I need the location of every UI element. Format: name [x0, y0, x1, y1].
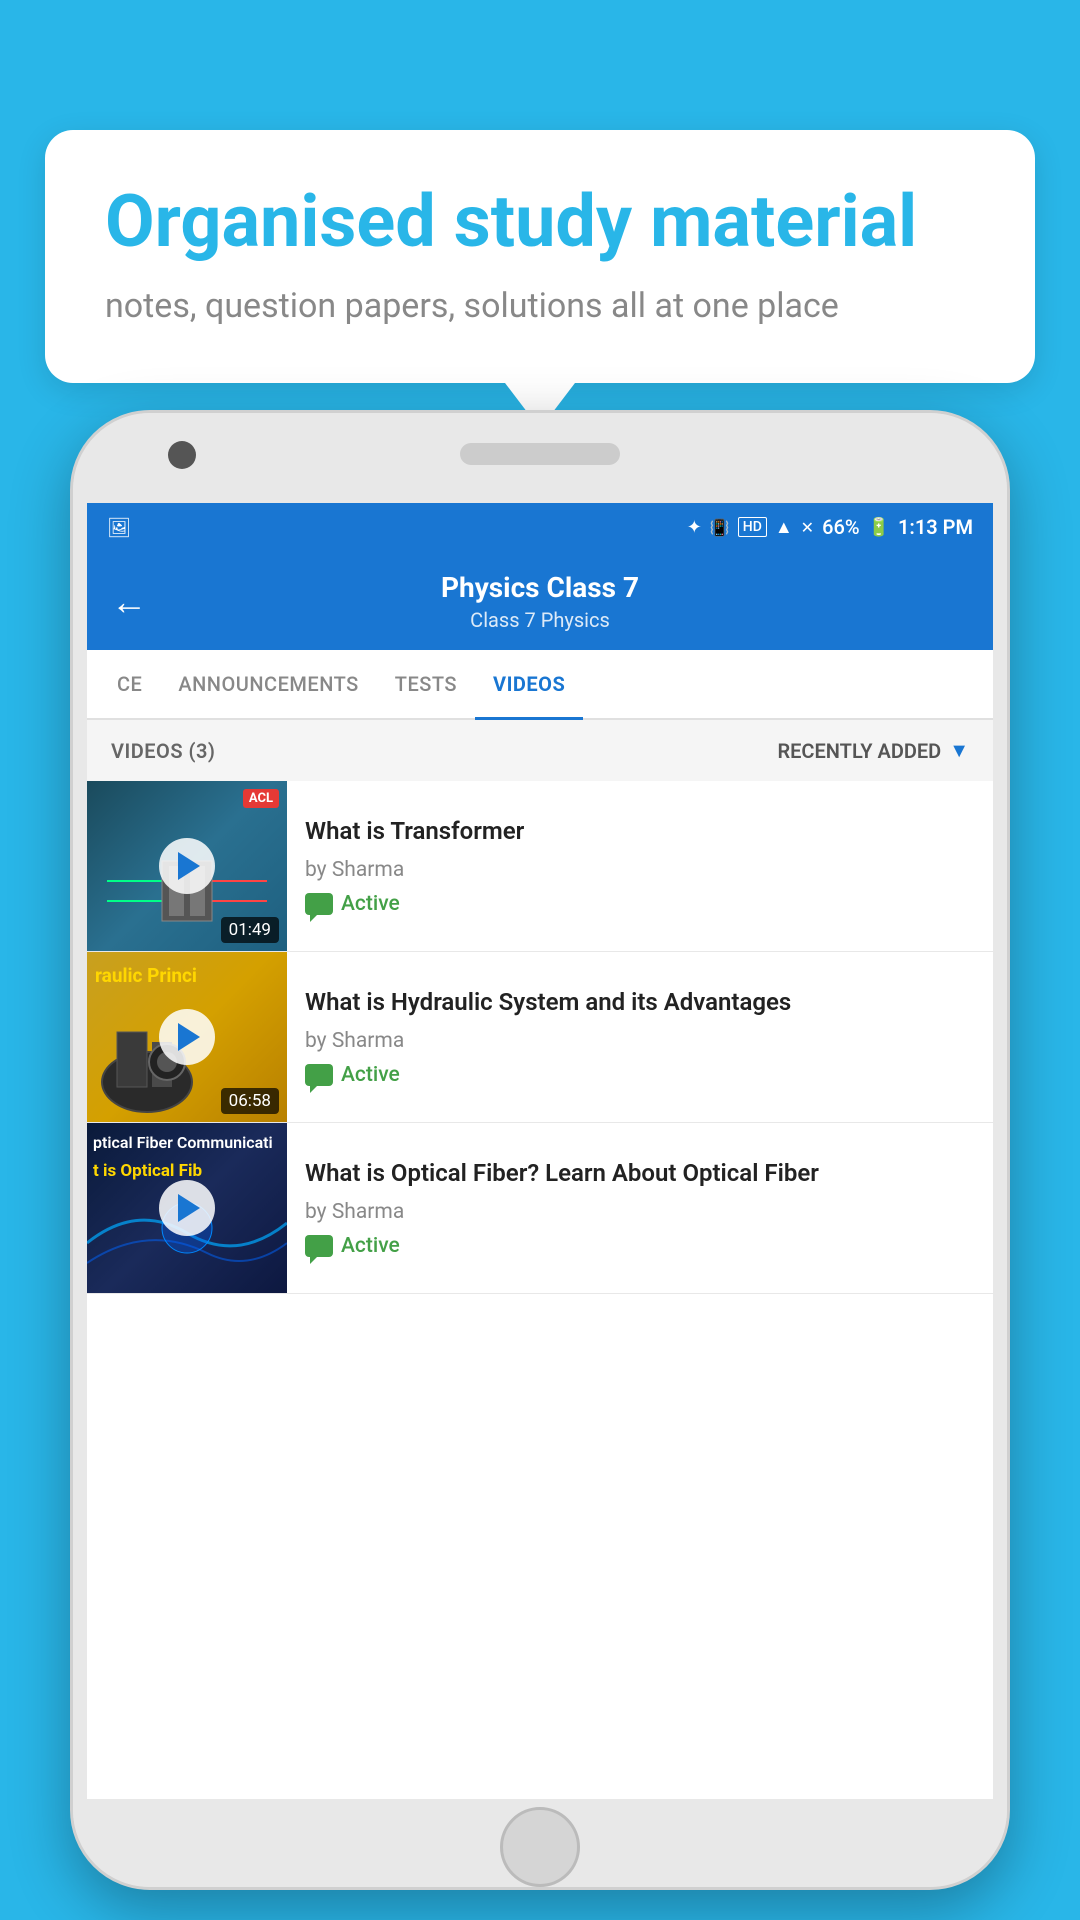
sort-label: RECENTLY ADDED: [777, 739, 941, 763]
app-header: ← Physics Class 7 Class 7 Physics: [87, 553, 993, 650]
battery-text: 66%: [822, 515, 859, 539]
battery-icon: 🔋: [868, 517, 890, 538]
video-thumbnail-3: ptical Fiber Communicati t is Optical Fi…: [87, 1123, 287, 1293]
bubble-subtitle: notes, question papers, solutions all at…: [105, 283, 975, 331]
vibrate-icon: 📳: [710, 518, 730, 537]
tabs-bar: CE ANNOUNCEMENTS TESTS VIDEOS: [87, 650, 993, 720]
video-item-3[interactable]: ptical Fiber Communicati t is Optical Fi…: [87, 1123, 993, 1294]
phone-frame: 🖼 ✦ 📳 HD ▲ ✕ 66% 🔋 1:13 PM ← Physics Cla…: [70, 410, 1010, 1890]
status-text-2: Active: [341, 1063, 400, 1087]
video-info-1: What is Transformer by Sharma Active: [287, 781, 993, 951]
video-title-3: What is Optical Fiber? Learn About Optic…: [305, 1158, 975, 1189]
status-bar: 🖼 ✦ 📳 HD ▲ ✕ 66% 🔋 1:13 PM: [87, 501, 993, 553]
tab-videos[interactable]: VIDEOS: [475, 650, 583, 718]
tab-ce[interactable]: CE: [99, 650, 160, 718]
phone-screen: 🖼 ✦ 📳 HD ▲ ✕ 66% 🔋 1:13 PM ← Physics Cla…: [87, 501, 993, 1799]
play-triangle-icon-2: [178, 1023, 200, 1051]
status-text-1: Active: [341, 892, 400, 916]
status-left-icons: 🖼: [107, 516, 131, 539]
filter-bar: VIDEOS (3) RECENTLY ADDED ▼: [87, 720, 993, 781]
play-button-3[interactable]: [159, 1180, 215, 1236]
chat-icon-2: [305, 1064, 333, 1086]
back-button[interactable]: ←: [111, 581, 147, 623]
video-title-1: What is Transformer: [305, 816, 975, 847]
hd-badge: HD: [738, 517, 767, 537]
video-author-2: by Sharma: [305, 1029, 975, 1053]
phone-camera: [168, 441, 196, 469]
speech-bubble: Organised study material notes, question…: [45, 130, 1035, 383]
acl-badge: ACL: [243, 789, 279, 808]
video-list: ACL 01:49 What is Transformer by Sharma …: [87, 781, 993, 1294]
tab-tests[interactable]: TESTS: [377, 650, 475, 718]
header-title-block: Physics Class 7 Class 7 Physics: [167, 571, 913, 632]
duration-badge-1: 01:49: [221, 917, 279, 943]
network-icon: ✕: [801, 518, 814, 537]
video-title-2: What is Hydraulic System and its Advanta…: [305, 987, 975, 1018]
header-title: Physics Class 7: [167, 571, 913, 604]
phone-bottom-bar: [73, 1799, 1007, 1887]
play-button-2[interactable]: [159, 1009, 215, 1065]
bubble-title: Organised study material: [105, 182, 975, 261]
chat-icon-3: [305, 1235, 333, 1257]
video-item-2[interactable]: raulic Princi 06:58 What is H: [87, 952, 993, 1123]
video-author-1: by Sharma: [305, 858, 975, 882]
phone-top-bar: [73, 413, 1007, 503]
image-icon: 🖼: [107, 516, 131, 539]
video-status-3: Active: [305, 1234, 975, 1258]
header-breadcrumb: Class 7 Physics: [167, 608, 913, 632]
wifi-icon: ▲: [775, 517, 793, 538]
status-right-info: ✦ 📳 HD ▲ ✕ 66% 🔋 1:13 PM: [687, 515, 973, 539]
phone-home-button[interactable]: [500, 1807, 580, 1887]
video-thumbnail-2: raulic Princi 06:58: [87, 952, 287, 1122]
videos-count: VIDEOS (3): [111, 739, 215, 763]
play-button-1[interactable]: [159, 838, 215, 894]
video-status-1: Active: [305, 892, 975, 916]
time-display: 1:13 PM: [898, 515, 973, 539]
chevron-down-icon: ▼: [949, 738, 969, 763]
play-triangle-icon-3: [178, 1194, 200, 1222]
video-info-3: What is Optical Fiber? Learn About Optic…: [287, 1123, 993, 1293]
video-status-2: Active: [305, 1063, 975, 1087]
video-item[interactable]: ACL 01:49 What is Transformer by Sharma …: [87, 781, 993, 952]
video-info-2: What is Hydraulic System and its Advanta…: [287, 952, 993, 1122]
status-text-3: Active: [341, 1234, 400, 1258]
play-triangle-icon: [178, 852, 200, 880]
chat-icon-1: [305, 893, 333, 915]
phone-speaker: [460, 443, 620, 465]
sort-selector[interactable]: RECENTLY ADDED ▼: [777, 738, 969, 763]
duration-badge-2: 06:58: [221, 1088, 279, 1114]
thumbnail-text-line1: ptical Fiber Communicati: [93, 1133, 281, 1152]
video-author-3: by Sharma: [305, 1200, 975, 1224]
bluetooth-icon: ✦: [687, 517, 702, 538]
video-thumbnail-1: ACL 01:49: [87, 781, 287, 951]
tab-announcements[interactable]: ANNOUNCEMENTS: [160, 650, 376, 718]
